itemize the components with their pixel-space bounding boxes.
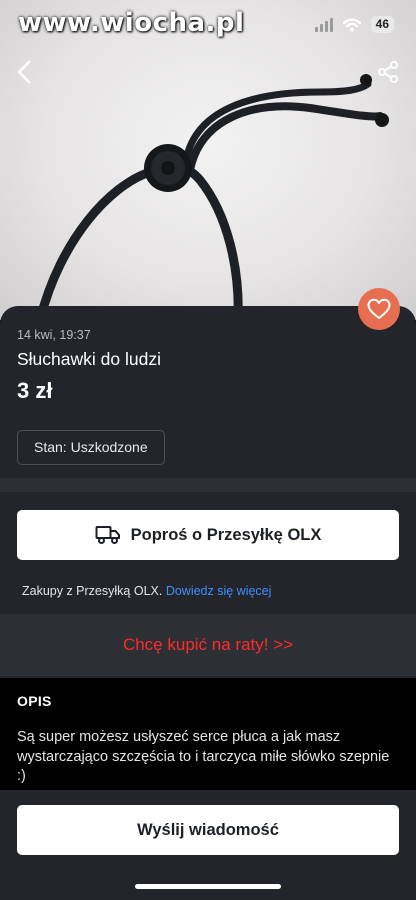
share-icon (378, 61, 398, 83)
battery-indicator: 46 (370, 16, 394, 33)
status-bar: 46 (314, 16, 394, 33)
request-delivery-label: Poproś o Przesyłkę OLX (130, 525, 322, 544)
heart-icon (367, 298, 391, 319)
send-message-button[interactable]: Wyślij wiadomość (17, 805, 399, 855)
installments-link[interactable]: Chcę kupić na raty! >> (0, 614, 416, 676)
listing-title: Słuchawki do ludzi (17, 349, 161, 369)
condition-badge: Stan: Uszkodzone (17, 430, 165, 465)
share-button[interactable] (374, 58, 402, 86)
wifi-icon (342, 17, 361, 31)
favorite-button[interactable] (358, 288, 400, 330)
description-heading: OPIS (17, 693, 52, 709)
back-arrow-icon (17, 60, 31, 84)
home-indicator (135, 884, 281, 889)
stethoscope-image (35, 74, 389, 320)
description-text: Są super możesz usłyszeć serce płuca a j… (17, 729, 390, 784)
listing-price: 3 zł (17, 378, 53, 403)
back-button[interactable] (8, 56, 40, 88)
delivery-info-text: Zakupy z Przesyłką OLX. (22, 584, 163, 598)
delivery-info: Zakupy z Przesyłką OLX. Dowiedz się więc… (22, 584, 271, 598)
truck-icon (95, 526, 120, 544)
signal-icon (314, 17, 333, 32)
product-photo[interactable] (0, 0, 416, 320)
section-divider (0, 478, 416, 492)
request-delivery-button[interactable]: Poproś o Przesyłkę OLX (17, 510, 399, 560)
watermark-text: www.wiocha.pl (18, 8, 245, 38)
listing-date: 14 kwi, 19:37 (17, 328, 91, 342)
learn-more-link[interactable]: Dowiedz się więcej (166, 584, 272, 598)
